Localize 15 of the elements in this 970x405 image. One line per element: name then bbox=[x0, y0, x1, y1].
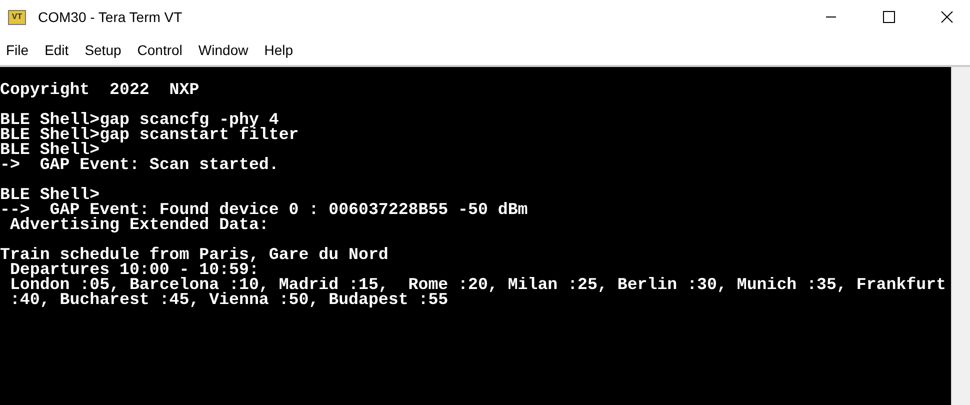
scrollbar[interactable] bbox=[951, 67, 970, 405]
menu-item[interactable]: Control bbox=[137, 42, 182, 58]
window-title: COM30 - Tera Term VT bbox=[38, 9, 182, 25]
menu-item[interactable]: Edit bbox=[44, 42, 69, 58]
maximize-icon bbox=[883, 11, 895, 23]
menu-item[interactable]: Help bbox=[264, 42, 294, 58]
terminal-line: Train schedule from Paris, Gare du Nord bbox=[0, 245, 388, 264]
menu-item[interactable]: Window bbox=[198, 42, 248, 58]
app-icon: VT bbox=[8, 10, 26, 24]
menu-item[interactable]: File bbox=[6, 42, 29, 58]
terminal-line: Copyright 2022 NXP bbox=[0, 80, 200, 99]
terminal-line: Advertising Extended Data: bbox=[8, 215, 269, 234]
close-icon bbox=[941, 11, 953, 23]
terminal-line: BLE Shell> bbox=[0, 185, 100, 204]
menu-item[interactable]: Setup bbox=[84, 42, 122, 58]
